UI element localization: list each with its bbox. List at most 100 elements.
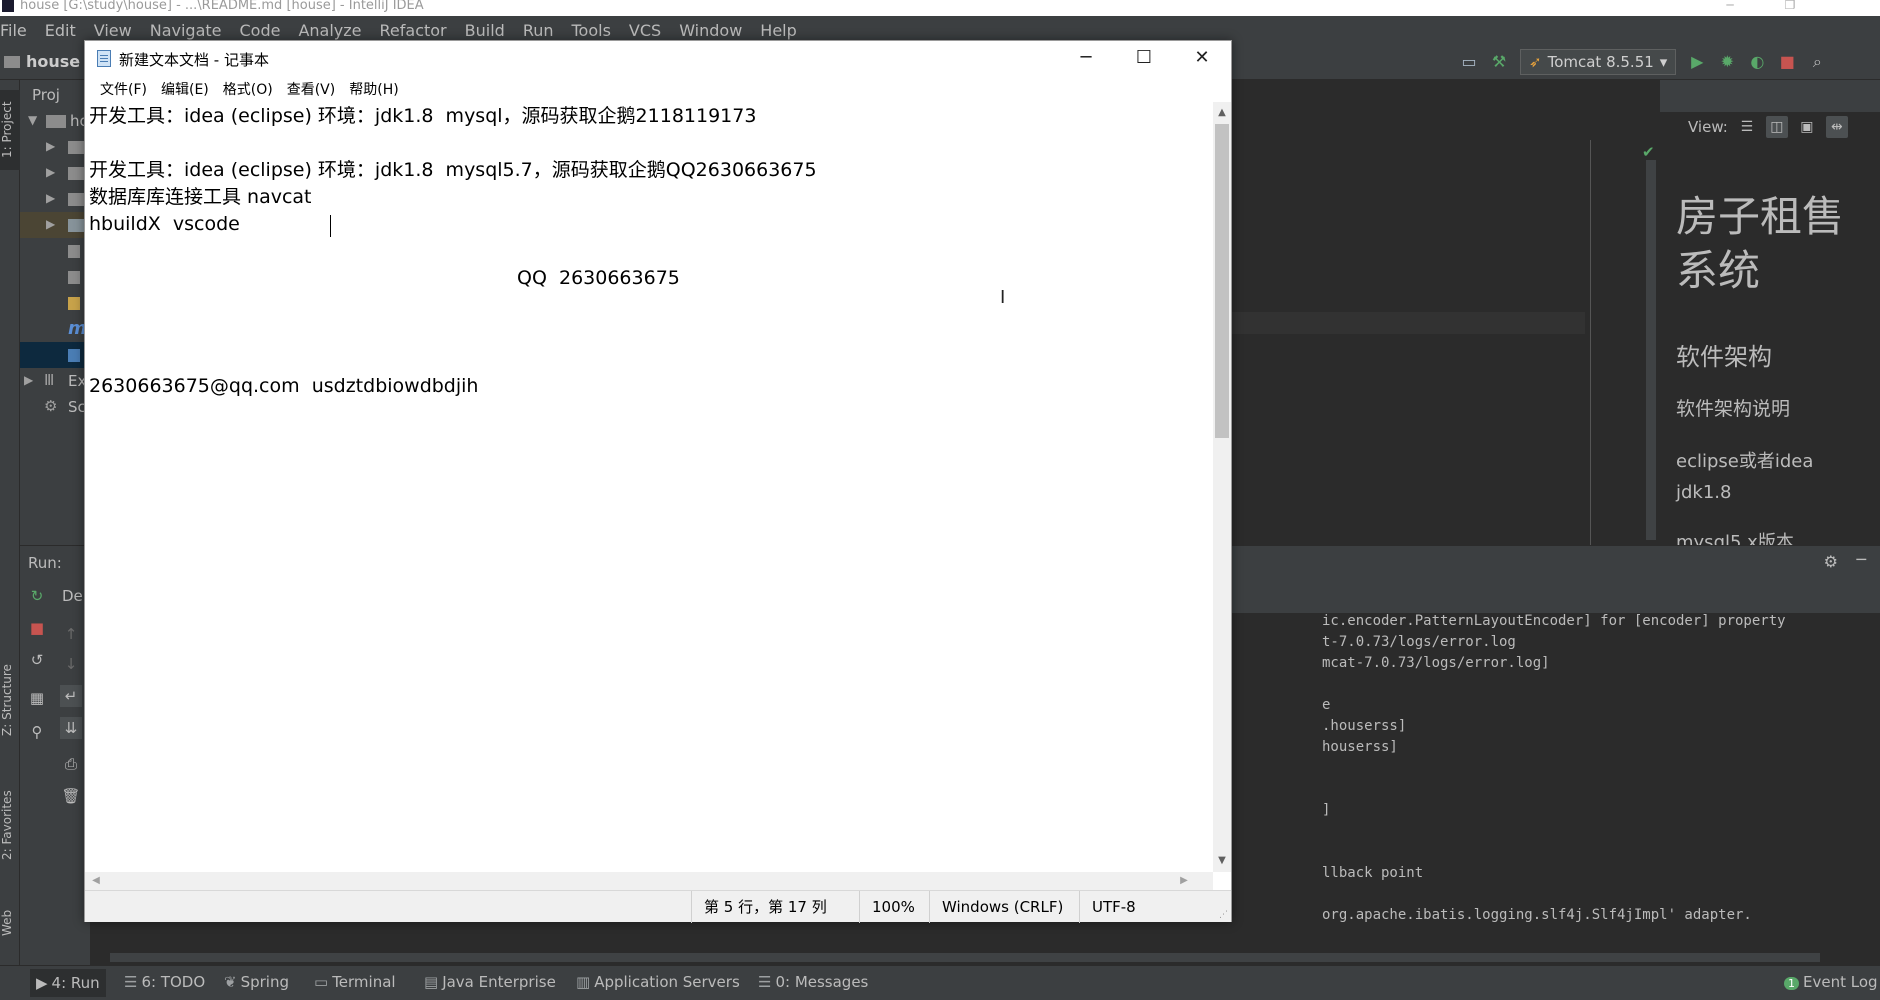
favorites-tool-tab[interactable]: 2: Favorites	[0, 780, 20, 870]
tab-run[interactable]: ▶ 4: Run	[30, 969, 106, 997]
spring-icon: ❦	[224, 973, 237, 991]
tree-row[interactable]: ▶	[20, 186, 90, 212]
run-panel-title: Run:	[28, 554, 62, 572]
scroll-down-icon[interactable]: ▼	[1213, 852, 1231, 870]
gear-icon[interactable]: ⚙	[1824, 552, 1838, 571]
tab-event-log[interactable]: 1 Event Log	[1784, 973, 1878, 991]
stop-icon[interactable]: ■	[1778, 53, 1796, 71]
editor-scrollbar[interactable]	[1646, 160, 1656, 540]
up-arrow-icon[interactable]: ↑	[60, 623, 82, 645]
minimize-button[interactable]: ─	[1057, 41, 1115, 75]
trash-icon[interactable]: 🗑	[60, 785, 82, 807]
scroll-up-icon[interactable]: ▲	[1213, 104, 1231, 122]
editor-preview-divider[interactable]	[1590, 140, 1591, 545]
tree-row[interactable]	[20, 238, 90, 264]
console-line: .houserss]	[1322, 718, 1407, 734]
tree-row[interactable]: ▶	[20, 212, 90, 238]
menu-file[interactable]: 文件(F)	[93, 79, 154, 99]
preview-only-icon[interactable]: ▣	[1796, 116, 1818, 138]
breadcrumb[interactable]: house	[4, 52, 80, 71]
web-tool-tab[interactable]: Web	[0, 900, 20, 945]
maximize-button[interactable]: ☐	[1115, 41, 1173, 75]
notepad-title-bar[interactable]: 新建文本文档 - 记事本 ─ ☐ ✕	[85, 41, 1231, 75]
notepad-text-area[interactable]: 开发工具：idea (eclipse) 环境：jdk1.8 mysql，源码获取…	[88, 102, 1214, 872]
tree-row[interactable]: m	[20, 316, 90, 342]
coverage-icon[interactable]: ◐	[1748, 53, 1766, 71]
menu-view[interactable]: View	[85, 21, 141, 40]
tree-row[interactable]: ⚙ Sc	[20, 394, 90, 420]
layout-icon[interactable]: ⇹	[1825, 116, 1848, 138]
console-line: e	[1322, 697, 1331, 713]
tab-application-servers[interactable]: ▥ Application Servers	[576, 973, 740, 991]
project-tool-tab[interactable]: 1: Project	[0, 90, 20, 170]
chevron-right-icon: ▶	[46, 217, 56, 231]
scrollbar-thumb[interactable]	[1215, 124, 1229, 438]
menu-help[interactable]: Help	[751, 21, 805, 40]
tree-row[interactable]	[20, 264, 90, 290]
hide-panel-icon[interactable]: ─	[1856, 550, 1866, 569]
menu-edit[interactable]: Edit	[36, 21, 85, 40]
rerun-icon[interactable]: ↻	[26, 585, 48, 607]
debug-icon[interactable]: ✹	[1718, 53, 1736, 71]
close-button[interactable]: ✕	[1173, 41, 1231, 75]
menu-vcs[interactable]: VCS	[620, 21, 670, 40]
menu-tools[interactable]: Tools	[563, 21, 620, 40]
structure-tool-tab[interactable]: Z: Structure	[0, 650, 20, 750]
tab-java-enterprise[interactable]: ▤ Java Enterprise	[424, 973, 556, 991]
menu-analyze[interactable]: Analyze	[289, 21, 370, 40]
tab-todo[interactable]: ☰ 6: TODO	[124, 973, 205, 991]
tree-row[interactable]: ▼ ho	[20, 108, 90, 134]
down-arrow-icon[interactable]: ↓	[60, 653, 82, 675]
console-line: llback point	[1322, 865, 1424, 881]
console-horizontal-scrollbar[interactable]	[110, 953, 1820, 962]
chevron-right-icon: ▶	[46, 139, 56, 153]
pin-icon[interactable]: ⚲	[26, 721, 48, 743]
menu-format[interactable]: 格式(O)	[216, 79, 280, 99]
split-view-icon[interactable]: ◫	[1765, 116, 1788, 138]
build-hammer-icon[interactable]: ⚒	[1490, 53, 1508, 71]
soft-wrap-icon[interactable]: ↵	[60, 685, 82, 707]
menu-view[interactable]: 查看(V)	[280, 79, 343, 99]
scroll-to-end-icon[interactable]: ⇊	[60, 717, 82, 739]
run-icon[interactable]: ▶	[1688, 53, 1706, 71]
stop-icon[interactable]: ■	[26, 617, 48, 639]
preview-paragraph: mysql5.x版本	[1676, 532, 1794, 546]
menu-build[interactable]: Build	[456, 21, 514, 40]
close-icon[interactable]	[1820, 0, 1880, 16]
menu-refactor[interactable]: Refactor	[371, 21, 456, 40]
tree-row[interactable]: ▶	[20, 160, 90, 186]
ide-toolbar: ▭ ⚒ ➶ Tomcat 8.5.51 ▾ ▶ ✹ ◐ ■ ⌕	[1460, 49, 1826, 75]
notepad-horizontal-scrollbar[interactable]: ◀ ▶	[85, 872, 1213, 890]
menu-navigate[interactable]: Navigate	[141, 21, 231, 40]
tree-row[interactable]	[20, 290, 90, 316]
tab-spring[interactable]: ❦ Spring	[224, 973, 289, 991]
tab-terminal[interactable]: ▭ Terminal	[314, 973, 396, 991]
folder-icon	[4, 56, 20, 68]
editor-only-icon[interactable]: ☰	[1736, 116, 1758, 138]
project-view-label[interactable]: Proj	[32, 86, 60, 104]
search-everywhere-icon[interactable]: ⌕	[1808, 53, 1826, 71]
project-name: house	[26, 52, 81, 71]
update-app-icon[interactable]: ↺	[26, 649, 48, 671]
menu-edit[interactable]: 编辑(E)	[154, 79, 216, 99]
tree-row[interactable]: ▶ Ⅲ Ex	[20, 368, 90, 394]
menu-code[interactable]: Code	[231, 21, 290, 40]
tab-messages[interactable]: ☰ 0: Messages	[758, 973, 868, 991]
layout-icon[interactable]: ▦	[26, 687, 48, 709]
menu-file[interactable]: File	[0, 21, 36, 40]
menu-help[interactable]: 帮助(H)	[342, 79, 405, 99]
scroll-left-icon[interactable]: ◀	[87, 872, 105, 890]
library-icon: Ⅲ	[44, 371, 55, 389]
print-icon[interactable]: ⎙	[60, 753, 82, 775]
resize-grip-icon[interactable]: ⋰	[1219, 910, 1229, 920]
minimize-icon[interactable]: ─	[1700, 0, 1760, 16]
project-structure-icon[interactable]: ▭	[1460, 53, 1478, 71]
tree-row[interactable]: ▶	[20, 134, 90, 160]
notepad-vertical-scrollbar[interactable]: ▲ ▼	[1213, 102, 1231, 872]
tree-row[interactable]	[20, 342, 90, 368]
restore-icon[interactable]: ❐	[1760, 0, 1820, 16]
menu-run[interactable]: Run	[514, 21, 563, 40]
menu-window[interactable]: Window	[670, 21, 751, 40]
run-configuration-select[interactable]: ➶ Tomcat 8.5.51 ▾	[1520, 49, 1677, 75]
scroll-right-icon[interactable]: ▶	[1175, 872, 1193, 890]
